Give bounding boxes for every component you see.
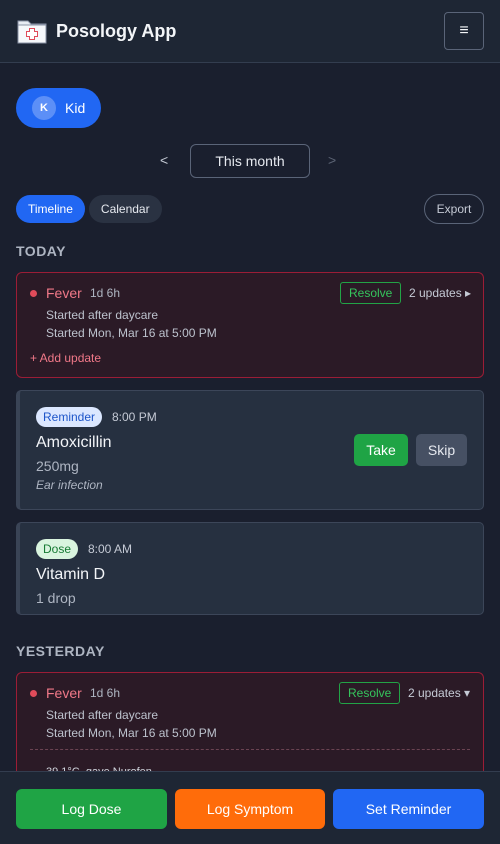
- log-dose-button[interactable]: Log Dose: [16, 789, 167, 829]
- symptom-note: Started after daycare: [46, 308, 159, 322]
- reminder-badge: Reminder: [36, 407, 103, 427]
- symptom-card[interactable]: Fever 1d 6h Resolve 2 updates ▸ Started …: [16, 272, 484, 378]
- section-heading-today: TODAY: [16, 243, 66, 259]
- take-button[interactable]: Take: [354, 434, 408, 466]
- symptom-duration: 1d 6h: [90, 686, 121, 700]
- symptom-name: Fever: [46, 685, 82, 701]
- hamburger-menu-icon: ≡: [459, 22, 469, 39]
- medication-name: Vitamin D: [36, 566, 106, 583]
- symptom-status-dot: [30, 690, 37, 697]
- symptom-name: Fever: [46, 285, 82, 301]
- medication-name: Amoxicillin: [36, 434, 112, 451]
- set-reminder-button[interactable]: Set Reminder: [333, 789, 484, 829]
- event-time: 8:00 AM: [88, 542, 133, 556]
- tab-timeline[interactable]: Timeline: [16, 195, 85, 223]
- resolve-button[interactable]: Resolve: [339, 682, 401, 704]
- add-update-link[interactable]: + Add update: [30, 351, 101, 365]
- resolve-button[interactable]: Resolve: [340, 282, 402, 304]
- period-navigation: < This month >: [0, 144, 500, 178]
- skip-button[interactable]: Skip: [416, 434, 467, 466]
- app-header: Posology App ≡: [0, 0, 500, 63]
- medication-amount: 250mg: [36, 458, 79, 474]
- symptom-note: Started after daycare: [46, 708, 159, 722]
- updates-divider: [30, 749, 470, 750]
- updates-toggle[interactable]: 2 updates ▸: [409, 286, 471, 300]
- symptom-start-time: Started Mon, Mar 16 at 5:00 PM: [46, 726, 217, 740]
- updates-toggle[interactable]: 2 updates ▾: [408, 686, 470, 700]
- export-button[interactable]: Export: [424, 194, 484, 224]
- reminder-card: Reminder 8:00 PM Amoxicillin 250mg Ear i…: [16, 390, 484, 510]
- view-tabs: Timeline Calendar: [16, 195, 162, 223]
- medication-amount: 1 drop: [36, 590, 76, 606]
- period-selector[interactable]: This month: [190, 144, 310, 178]
- symptom-start-time: Started Mon, Mar 16 at 5:00 PM: [46, 326, 217, 340]
- symptom-status-dot: [30, 290, 37, 297]
- avatar: K: [32, 96, 56, 120]
- section-heading-yesterday: YESTERDAY: [16, 643, 105, 659]
- app-title: Posology App: [56, 20, 177, 41]
- symptom-duration: 1d 6h: [90, 286, 121, 300]
- dose-card: Dose 8:00 AM Vitamin D 1 drop: [16, 522, 484, 615]
- tab-calendar[interactable]: Calendar: [88, 195, 162, 223]
- menu-button[interactable]: ≡: [444, 12, 484, 50]
- medical-folder-icon: [17, 20, 47, 44]
- next-period-button[interactable]: >: [328, 152, 336, 168]
- log-symptom-button[interactable]: Log Symptom: [175, 789, 325, 829]
- previous-period-button[interactable]: <: [160, 152, 168, 168]
- profile-selector[interactable]: K Kid: [16, 88, 102, 128]
- event-time: 8:00 PM: [112, 410, 157, 424]
- medication-note: Ear infection: [36, 478, 103, 492]
- dose-badge: Dose: [36, 539, 79, 559]
- action-bar: Log Dose Log Symptom Set Reminder: [0, 771, 500, 844]
- profile-name: Kid: [65, 100, 86, 116]
